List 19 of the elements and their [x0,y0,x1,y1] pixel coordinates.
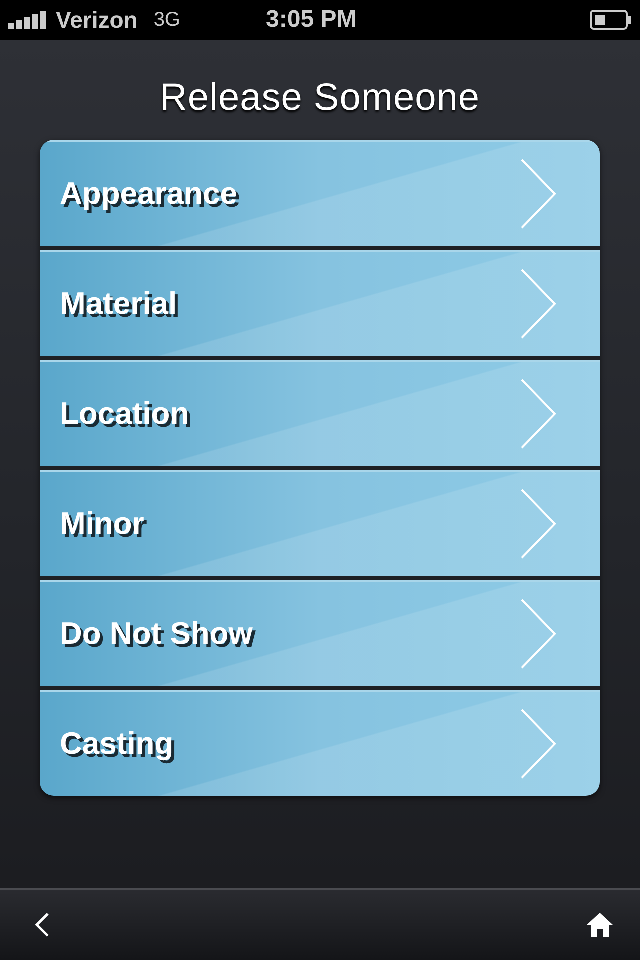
menu-item[interactable]: Casting [40,690,600,796]
page-title: Release Someone [160,76,480,120]
menu-item[interactable]: Location [40,360,600,466]
chevron-icon [520,378,558,450]
menu-item[interactable]: Appearance [40,140,600,246]
menu-item[interactable]: Do Not Show [40,580,600,686]
chevron-icon [520,158,558,230]
menu-item[interactable]: Minor [40,470,600,576]
back-icon[interactable] [34,912,50,938]
chevron-icon [520,598,558,670]
battery-icon [590,10,632,30]
network-label: 3G [154,8,180,32]
status-time: 3:05 PM [266,6,357,34]
carrier-label: Verizon [56,6,138,34]
home-icon[interactable] [586,912,614,938]
menu-item[interactable]: Material [40,250,600,356]
chevron-icon [520,488,558,560]
chevron-icon [520,708,558,780]
chevron-icon [520,268,558,340]
